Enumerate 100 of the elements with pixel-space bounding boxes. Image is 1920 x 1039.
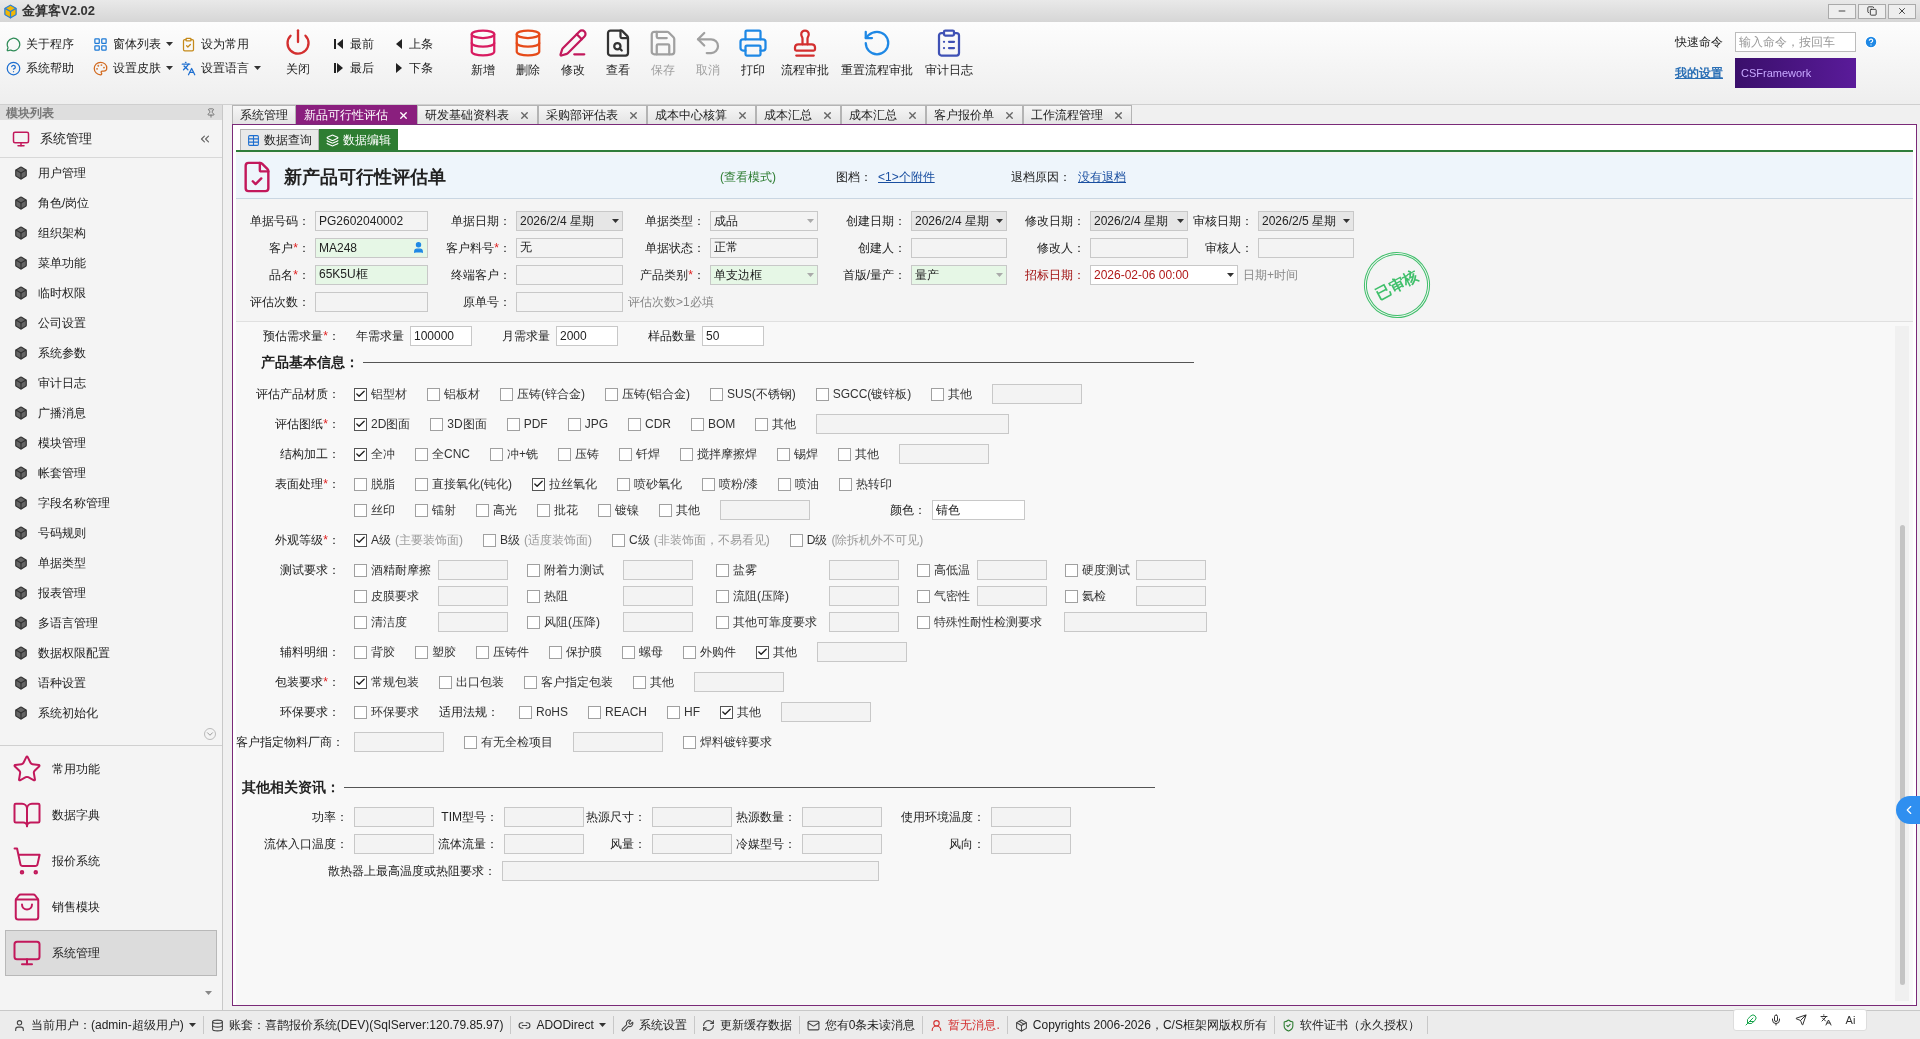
dropdown[interactable]: 量产 xyxy=(911,264,1007,285)
tab[interactable]: 采购部评估表 xyxy=(538,105,647,124)
checkbox[interactable]: 背胶 xyxy=(354,643,395,661)
text-field[interactable] xyxy=(991,807,1071,827)
checkbox[interactable]: 其他可靠度要求 xyxy=(716,613,829,631)
checkbox[interactable]: REACH xyxy=(588,703,648,721)
sidebar-item[interactable]: 号码规则 xyxy=(0,518,222,548)
group-header[interactable]: 系统管理 xyxy=(0,120,222,158)
nav-button[interactable]: 最后 xyxy=(334,56,396,80)
text-field[interactable] xyxy=(802,834,882,854)
status-item[interactable]: 软件证书（永久授权） xyxy=(1274,1016,1428,1034)
text-field[interactable] xyxy=(829,586,899,606)
text-field[interactable] xyxy=(817,642,907,662)
text-field[interactable] xyxy=(1064,612,1207,632)
checkbox[interactable]: 焊料镀锌要求 xyxy=(683,733,772,751)
checkbox[interactable]: 其他 xyxy=(659,501,700,519)
feather-icon[interactable] xyxy=(1744,1014,1757,1026)
date-picker[interactable]: 2026/2/4 星期 xyxy=(516,210,623,231)
checkbox[interactable]: 搅拌摩擦焊 xyxy=(680,445,757,463)
text-field[interactable] xyxy=(354,807,434,827)
tab[interactable]: 工作流程管理 xyxy=(1023,105,1132,124)
text-field[interactable] xyxy=(623,612,693,632)
toolbar-button[interactable]: 修改 xyxy=(550,22,595,104)
checkbox[interactable]: 铝型材 xyxy=(354,385,407,403)
checkbox[interactable]: 常规包装 xyxy=(354,673,419,691)
minimize-button[interactable] xyxy=(1828,3,1856,19)
checkbox[interactable]: 其他 xyxy=(838,445,879,463)
checkbox[interactable]: 直接氧化(钝化) xyxy=(415,475,512,493)
sidebar-item[interactable]: 报表管理 xyxy=(0,578,222,608)
close-window-button[interactable] xyxy=(1888,3,1916,19)
toolbar-button[interactable]: 查看 xyxy=(595,22,640,104)
toolbar-button[interactable]: 删除 xyxy=(505,22,550,104)
checkbox[interactable]: 热转印 xyxy=(839,475,893,493)
checkbox[interactable]: PDF xyxy=(506,415,548,433)
lookup-field[interactable]: MA248 xyxy=(315,237,428,258)
text-field[interactable] xyxy=(573,732,663,752)
text-field[interactable] xyxy=(516,264,623,285)
text-field[interactable] xyxy=(1136,586,1206,606)
checkbox[interactable]: SGCC(镀锌板) xyxy=(815,385,912,403)
checkbox[interactable]: 拉丝氧化 xyxy=(532,475,597,493)
toolbar-button[interactable]: 系统帮助 xyxy=(6,56,87,80)
checkbox[interactable]: 冲+铣 xyxy=(490,445,538,463)
checkbox[interactable]: CDR xyxy=(628,415,672,433)
text-field[interactable] xyxy=(623,560,693,580)
close-icon[interactable] xyxy=(907,109,918,121)
checkbox[interactable]: RoHS xyxy=(519,703,568,721)
checkbox[interactable]: 脱脂 xyxy=(354,475,395,493)
sidebar-item[interactable]: 广播消息 xyxy=(0,398,222,428)
close-icon[interactable] xyxy=(628,109,639,121)
sidebar-item[interactable]: 单据类型 xyxy=(0,548,222,578)
sidebar-item[interactable]: 公司设置 xyxy=(0,308,222,338)
checkbox[interactable]: D级 (除拆机外不可见) xyxy=(789,531,924,549)
checkbox[interactable]: BOM xyxy=(691,415,736,433)
text-field[interactable] xyxy=(802,807,882,827)
checkbox[interactable]: 风阻(压降) xyxy=(527,613,623,631)
text-field[interactable] xyxy=(781,702,872,722)
scrollbar[interactable] xyxy=(1895,326,1909,1001)
sidebar-item[interactable]: 多语言管理 xyxy=(0,608,222,638)
checkbox[interactable]: 流阻(压降) xyxy=(716,587,829,605)
module-button[interactable]: 常用功能 xyxy=(5,746,217,792)
toolbar-button[interactable]: 新增 xyxy=(460,22,505,104)
date-picker[interactable]: 2026/2/5 星期 xyxy=(1258,210,1354,231)
status-item[interactable]: 您有0条未读消息 xyxy=(799,1016,924,1034)
checkbox[interactable]: 其他 xyxy=(633,673,674,691)
ai-button[interactable]: Ai xyxy=(1845,1011,1856,1029)
pin-icon[interactable] xyxy=(206,107,216,118)
text-field[interactable] xyxy=(516,291,623,312)
checkbox[interactable]: 出口包装 xyxy=(439,673,504,691)
checkbox[interactable]: 硬度测试 xyxy=(1065,561,1136,579)
checkbox[interactable]: 热阻 xyxy=(527,587,623,605)
checkbox[interactable]: 保护膜 xyxy=(549,643,602,661)
text-field[interactable]: PG2602040002 xyxy=(315,210,428,231)
text-field[interactable] xyxy=(438,612,508,632)
checkbox[interactable]: 特殊性耐性检测要求 xyxy=(917,613,1064,631)
checkbox[interactable]: 锡焊 xyxy=(777,445,818,463)
text-field[interactable]: 正常 xyxy=(710,237,818,258)
translate-icon[interactable] xyxy=(1820,1014,1833,1026)
sidebar-item[interactable]: 语种设置 xyxy=(0,668,222,698)
date-picker[interactable]: 2026/2/4 星期 xyxy=(911,210,1007,231)
checkbox[interactable]: 盐雾 xyxy=(716,561,829,579)
text-field[interactable] xyxy=(438,586,508,606)
user-icon[interactable] xyxy=(412,241,425,254)
checkbox[interactable]: 高低温 xyxy=(917,561,977,579)
text-field[interactable] xyxy=(992,384,1083,404)
text-field[interactable]: 65K5U框 xyxy=(315,264,428,285)
toolbar-button[interactable]: 审计日志 xyxy=(919,22,979,104)
tab[interactable]: 数据编辑 xyxy=(319,129,398,150)
checkbox[interactable]: 清洁度 xyxy=(354,613,438,631)
checkbox[interactable]: C级 (非装饰面，不易看见) xyxy=(612,531,770,549)
checkbox[interactable]: 高光 xyxy=(476,501,517,519)
checkbox[interactable]: 2D图面 xyxy=(354,415,411,433)
sidebar-item[interactable]: 临时权限 xyxy=(0,278,222,308)
toolbar-button[interactable]: 关于程序 xyxy=(6,32,87,56)
checkbox[interactable]: 环保要求 xyxy=(354,703,419,721)
send-icon[interactable] xyxy=(1795,1014,1808,1026)
text-field[interactable] xyxy=(315,291,428,312)
checkbox[interactable]: 喷粉/漆 xyxy=(702,475,759,493)
close-icon[interactable] xyxy=(737,109,748,121)
sidebar-item[interactable]: 菜单功能 xyxy=(0,248,222,278)
sidebar-item[interactable]: 组织架构 xyxy=(0,218,222,248)
